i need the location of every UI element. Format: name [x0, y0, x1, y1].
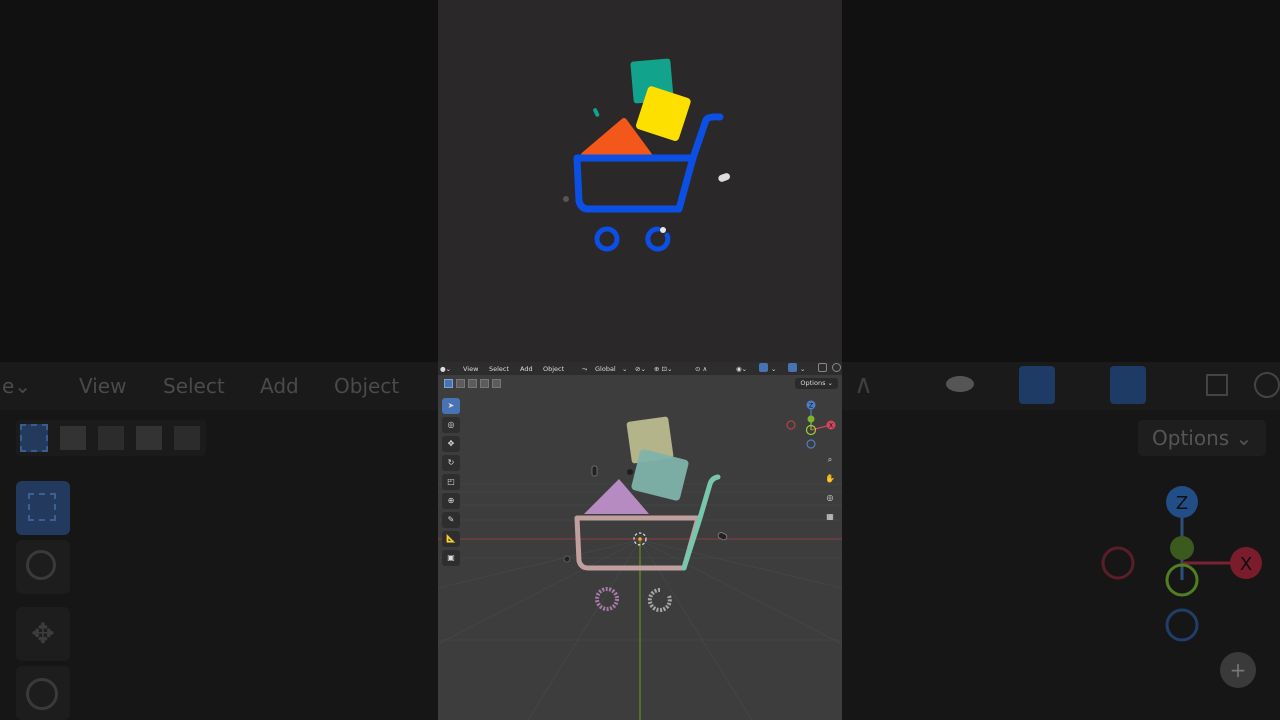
viewport-header: ●⌄ View Select Add Object ⤳ Global ⌄ ⊘⌄ … — [438, 362, 842, 375]
measure-icon[interactable]: 📐 — [442, 531, 460, 547]
zoom-menu-select[interactable]: Select — [163, 374, 225, 398]
zoom-move-icon[interactable]: ✥ — [16, 607, 70, 661]
annotate-icon[interactable]: ✎ — [442, 512, 460, 528]
zoom-rotate-icon[interactable] — [16, 666, 70, 720]
navigation-gizmo[interactable]: Z X — [780, 397, 840, 457]
zoom-menu-view[interactable]: View — [79, 374, 126, 398]
scene-wheel-left-icon — [595, 587, 619, 611]
zoom-menu-add[interactable]: Add — [260, 374, 299, 398]
zoom-header-right: ∧ — [842, 362, 1280, 410]
zoom-navigation-gizmo[interactable]: Z X + — [842, 420, 1280, 720]
zoom-select-modes — [16, 420, 206, 456]
zoom-overlay-top — [0, 0, 438, 362]
scene-teal-square-icon — [631, 449, 689, 501]
zoom-mode-subtract-icon[interactable] — [98, 426, 124, 450]
main-content: ●⌄ View Select Add Object ⤳ Global ⌄ ⊘⌄ … — [438, 0, 842, 720]
cart-logo-render — [438, 0, 842, 362]
scene-confetti-b-icon — [627, 469, 633, 475]
cart-wheel-left-icon — [594, 226, 620, 252]
viewport-subheader: Options ⌄ — [438, 375, 842, 392]
zoom-gizmo-z-label: Z — [1176, 493, 1188, 514]
scene-wheel-right-icon — [647, 587, 672, 612]
scene-objects — [563, 416, 728, 612]
zoom-falloff-icon[interactable]: ∧ — [854, 370, 873, 400]
transform-icon[interactable]: ⊕ — [442, 493, 460, 509]
zoom-mode-new-icon[interactable] — [20, 424, 48, 452]
options-button[interactable]: Options ⌄ — [795, 378, 838, 389]
confetti-dot-icon — [563, 196, 569, 202]
zoom-mode-intersect-icon[interactable] — [174, 426, 200, 450]
overlay-chevron-icon[interactable]: ⌄ — [800, 365, 805, 373]
options-label: Options — [800, 379, 826, 387]
camera-icon[interactable]: ◎ — [822, 490, 838, 506]
zoom-mode-fragment: e⌄ — [2, 374, 32, 398]
zoom-mode-extend-icon[interactable] — [60, 426, 86, 450]
menu-view[interactable]: View — [463, 365, 478, 373]
zoom-xray-icon[interactable] — [1206, 374, 1228, 396]
pivot-point-icon[interactable]: ⊘⌄ — [635, 365, 646, 373]
snap-icon[interactable]: ⊕ ⊡⌄ — [654, 365, 672, 373]
menu-add[interactable]: Add — [520, 365, 533, 373]
zoom-overlay-top-right — [842, 0, 1280, 362]
zoom-mode-invert-icon[interactable] — [136, 426, 162, 450]
zoom-gizmo-x-label: X — [1240, 554, 1252, 575]
xray-icon[interactable] — [818, 363, 827, 372]
zoom-gizmo-toggle-icon[interactable] — [1019, 366, 1055, 404]
gizmo-toggle-icon[interactable] — [759, 363, 768, 372]
scale-icon[interactable]: ◰ — [442, 474, 460, 490]
gizmo-x-label: X — [829, 423, 833, 430]
orientation-dropdown[interactable]: Global — [595, 365, 616, 373]
3d-viewport[interactable]: ●⌄ View Select Add Object ⤳ Global ⌄ ⊘⌄ … — [438, 362, 842, 720]
select-mode-subtract-icon[interactable] — [468, 379, 477, 388]
select-mode-intersect-icon[interactable] — [492, 379, 501, 388]
proportional-edit-icon[interactable]: ⊙ ∧ — [695, 365, 707, 373]
move-icon[interactable]: ✥ — [442, 436, 460, 452]
overlay-toggle-icon[interactable] — [788, 363, 797, 372]
svg-text:+: + — [1230, 658, 1247, 682]
zoom-select-box-icon[interactable] — [16, 481, 70, 535]
shading-solid-icon[interactable] — [832, 363, 841, 372]
zoom-overlay-left: e⌄ View Select Add Object ✥ — [0, 0, 438, 720]
zoom-overlay-right: ∧ Options ⌄ Z X + — [842, 0, 1280, 720]
scene-confetti-c-icon — [717, 532, 728, 541]
zoom-cursor-icon[interactable] — [16, 540, 70, 594]
cursor-icon[interactable]: ◎ — [442, 417, 460, 433]
select-mode-invert-icon[interactable] — [480, 379, 489, 388]
transform-orientation-icon[interactable]: ⤳ — [582, 365, 587, 374]
gizmo-y-axis — [807, 415, 815, 423]
gizmo-chevron-icon[interactable]: ⌄ — [771, 365, 776, 373]
confetti-teal-icon — [593, 108, 600, 117]
rotate-icon[interactable]: ↻ — [442, 455, 460, 471]
scene-confetti-a-icon — [591, 465, 598, 477]
gizmo-z-label: Z — [809, 403, 813, 410]
menu-object[interactable]: Object — [543, 365, 564, 373]
editor-type-icon[interactable]: ●⌄ — [440, 365, 451, 373]
select-box-icon[interactable]: ➤ — [442, 398, 460, 414]
tool-shelf: ➤ ◎ ✥ ↻ ◰ ⊕ ✎ 📐 ▣ — [442, 398, 462, 569]
zoom-header-left: e⌄ View Select Add Object — [0, 362, 438, 410]
zoom-menu-object[interactable]: Object — [334, 374, 399, 398]
orientation-chevron-icon: ⌄ — [622, 365, 628, 373]
select-mode-extend-icon[interactable] — [456, 379, 465, 388]
zoom-visibility-icon[interactable] — [946, 370, 976, 400]
add-cube-icon[interactable]: ▣ — [442, 550, 460, 566]
select-mode-new-icon[interactable] — [444, 379, 453, 388]
grid-icon[interactable]: ▦ — [822, 509, 838, 525]
cart-logo — [563, 58, 731, 252]
menu-select[interactable]: Select — [489, 365, 509, 373]
zoom-shading-icon[interactable] — [1254, 372, 1280, 398]
zoom-icon[interactable]: ⌕ — [822, 452, 838, 468]
confetti-white-icon — [718, 173, 731, 182]
visibility-icon[interactable]: ◉⌄ — [736, 365, 747, 373]
scene-confetti-d-icon — [563, 555, 571, 563]
hand-icon[interactable]: ✋ — [822, 471, 838, 487]
zoom-overlay-toggle-icon[interactable] — [1110, 366, 1146, 404]
